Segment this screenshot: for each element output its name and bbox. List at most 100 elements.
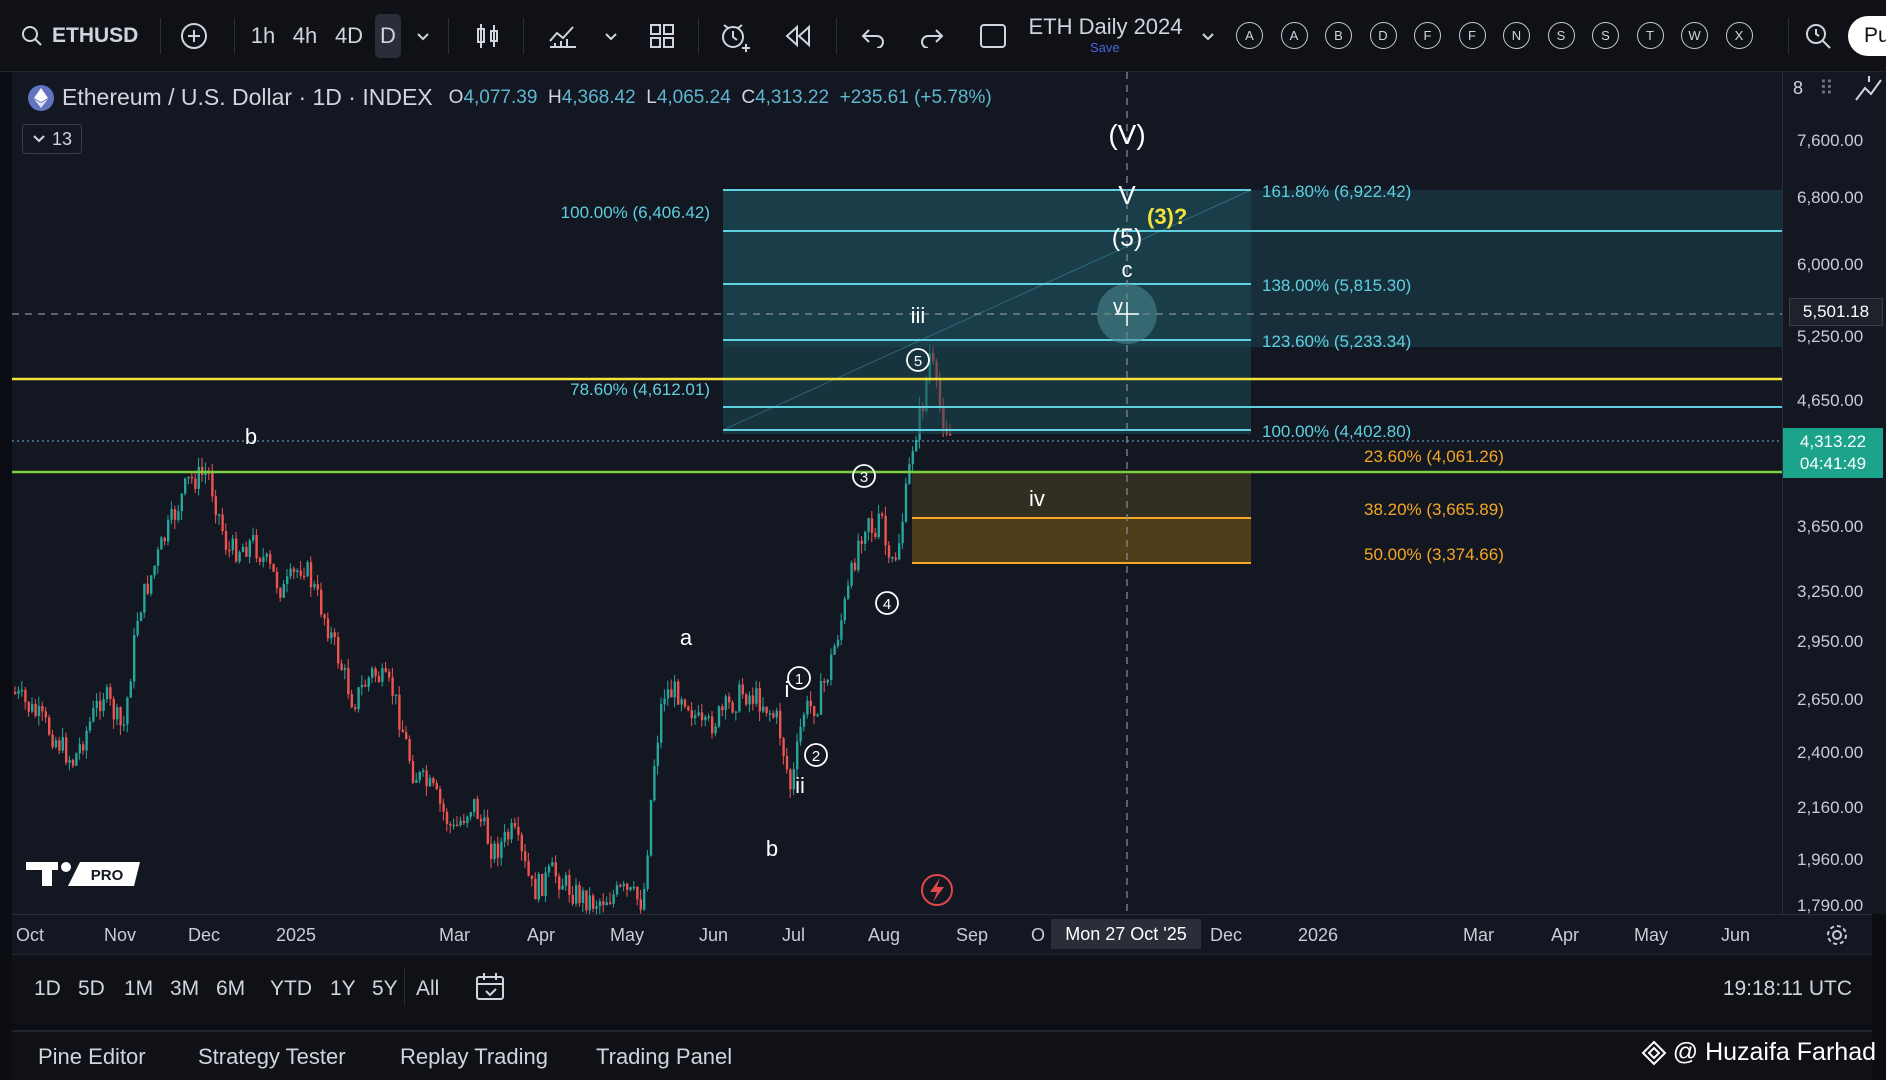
chart-type-button[interactable]: [470, 14, 506, 58]
range-button-all[interactable]: All: [416, 977, 439, 1001]
indicators-dropdown[interactable]: [600, 14, 622, 58]
wave-circle-1: 1: [787, 666, 811, 690]
go-to-date-button[interactable]: [474, 971, 508, 1008]
drawing-shortcut-w[interactable]: W: [1681, 22, 1708, 49]
wave-circle-2: 2: [804, 743, 828, 767]
candle-body: [95, 700, 98, 709]
candle-body: [517, 826, 520, 835]
undo-button[interactable]: [856, 14, 890, 58]
publish-button[interactable]: Pu: [1848, 16, 1886, 56]
rewind-icon: [785, 24, 810, 48]
range-button-3m[interactable]: 3M: [170, 977, 199, 1001]
candle-body: [680, 699, 683, 705]
tab-replay-trading[interactable]: Replay Trading: [400, 1044, 548, 1070]
candle-body: [813, 706, 816, 716]
quick-search-button[interactable]: [1800, 14, 1836, 58]
candle-body: [643, 889, 646, 910]
alert-button[interactable]: [716, 14, 754, 58]
drawing-shortcut-s[interactable]: S: [1592, 22, 1619, 49]
drawing-shortcut-b[interactable]: B: [1325, 22, 1352, 49]
layout-dropdown[interactable]: [1197, 14, 1219, 58]
candle-body: [646, 855, 649, 890]
candle-body: [541, 873, 544, 896]
drawing-shortcut-d[interactable]: D: [1369, 22, 1397, 49]
fib-extension-drawing[interactable]: [722, 189, 1782, 434]
auto-scale-icon[interactable]: [1853, 74, 1885, 109]
range-button-ytd[interactable]: YTD: [270, 977, 312, 1001]
tab-trading-panel[interactable]: Trading Panel: [596, 1044, 732, 1070]
drawing-shortcut-t[interactable]: T: [1636, 22, 1664, 49]
layout-name[interactable]: ETH Daily 2024: [1028, 12, 1183, 42]
fib-retracement-drawing[interactable]: [912, 471, 1251, 564]
interval-dropdown[interactable]: [412, 14, 434, 58]
candle-body: [833, 646, 836, 655]
interval-d[interactable]: D: [375, 14, 401, 58]
wave-label-v-small: v: [1113, 296, 1123, 318]
symbol-title[interactable]: Ethereum / U.S. Dollar · 1D · INDEX: [62, 84, 433, 111]
interval-4h[interactable]: 4h: [290, 14, 320, 58]
candle-body: [670, 689, 673, 698]
time-axis[interactable]: Oct Nov Dec 2025 Mar Apr May Jun Jul Aug Sep O Dec 20…: [12, 914, 1872, 954]
redo-button[interactable]: [915, 14, 949, 58]
drawing-shortcut-s[interactable]: S: [1547, 22, 1575, 49]
range-button-5d[interactable]: 5D: [78, 977, 105, 1001]
replay-button[interactable]: [780, 14, 816, 58]
utc-clock[interactable]: 19:18:11 UTC: [1723, 977, 1852, 1001]
candle-body: [173, 509, 177, 520]
tab-pine-editor[interactable]: Pine Editor: [38, 1044, 146, 1070]
drawing-shortcut-a[interactable]: A: [1280, 22, 1308, 49]
range-button-6m[interactable]: 6M: [216, 977, 245, 1001]
symbol-search[interactable]: ETHUSD: [20, 14, 150, 58]
range-button-1m[interactable]: 1M: [124, 977, 153, 1001]
fullscreen-button[interactable]: [976, 14, 1010, 58]
candle-body: [772, 713, 775, 718]
candle-body: [612, 894, 615, 904]
range-button-1d[interactable]: 1D: [34, 977, 61, 1001]
drawing-shortcut-a[interactable]: A: [1236, 22, 1263, 49]
tab-strategy-tester[interactable]: Strategy Tester: [198, 1044, 346, 1070]
candle-body: [619, 884, 622, 887]
candle-body: [456, 824, 459, 827]
candle-body: [513, 822, 517, 827]
svg-text:2: 2: [812, 748, 820, 765]
price-tick: 2,650.00: [1797, 690, 1864, 709]
candle-body: [197, 466, 200, 489]
candle-body: [690, 710, 693, 719]
candle-body: [160, 537, 163, 550]
candle-body: [462, 820, 466, 824]
settings-gear-icon[interactable]: [1825, 923, 1849, 952]
candle-body: [330, 632, 333, 639]
candle-body: [578, 885, 581, 903]
price-axis[interactable]: 8 ⠿ 7,600.00 6,800.00 6,000.00 5,250.00 4,65…: [1782, 72, 1886, 915]
drawing-shortcut-n[interactable]: N: [1503, 22, 1530, 49]
range-button-5y[interactable]: 5Y: [372, 977, 398, 1001]
chart-pane[interactable]: 100.00% (6,406.42) 78.60% (4,612.01) 161…: [12, 72, 1782, 914]
candle-body: [75, 753, 78, 766]
candle-body: [367, 677, 370, 687]
add-symbol-button[interactable]: [176, 14, 212, 58]
indicators-collapse-button[interactable]: 13: [22, 124, 82, 154]
chart-canvas[interactable]: 100.00% (6,406.42) 78.60% (4,612.01) 161…: [12, 72, 1782, 914]
range-button-1y[interactable]: 1Y: [330, 977, 356, 1001]
drag-handle-icon[interactable]: ⠿: [1819, 76, 1834, 101]
interval-4d[interactable]: 4D: [332, 14, 366, 58]
fib-ext-label-100: 100.00% (4,402.80): [1262, 422, 1411, 441]
drawing-shortcut-f[interactable]: F: [1458, 22, 1486, 49]
drawing-shortcut-x[interactable]: X: [1725, 22, 1753, 49]
candle-body: [496, 843, 500, 858]
indicators-button[interactable]: [545, 14, 581, 58]
time-tick: Mar: [439, 925, 470, 945]
wave-label-a: a: [680, 625, 693, 650]
candle-body: [245, 546, 248, 557]
candle-body: [136, 620, 139, 636]
layouts-button[interactable]: [645, 14, 679, 58]
candle-body: [27, 701, 30, 712]
candle-body: [904, 483, 908, 522]
wave-label-b-bottom: b: [766, 836, 778, 861]
lightning-event-icon[interactable]: [921, 874, 953, 906]
interval-1h[interactable]: 1h: [248, 14, 278, 58]
candle-body: [445, 811, 449, 825]
wave-circle-3: 3: [852, 464, 876, 488]
drawing-shortcut-f[interactable]: F: [1414, 22, 1441, 49]
candle-body: [258, 558, 262, 562]
